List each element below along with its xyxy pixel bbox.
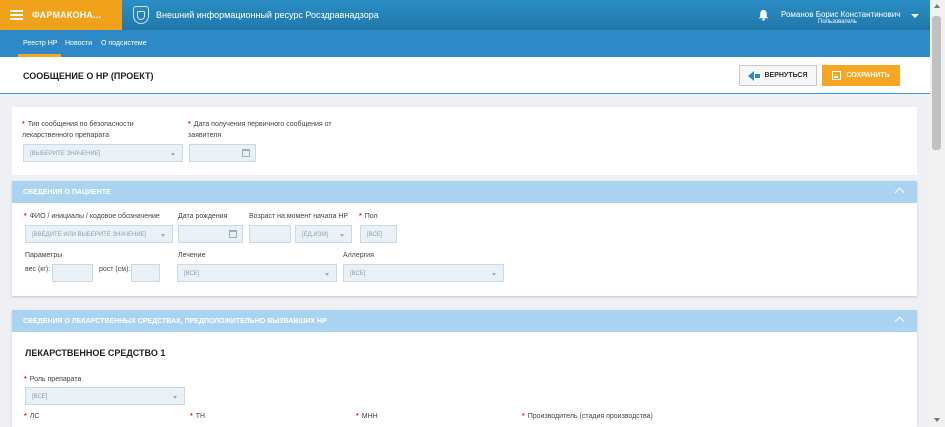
params-label: Параметры (25, 252, 63, 259)
allergy-label: Аллергия (343, 252, 374, 259)
drugs-card: СВЕДЕНИЯ О ЛЕКАРСТВЕННЫХ СРЕДСТВАХ, ПРЕД… (12, 310, 917, 427)
chevron-up-icon[interactable] (894, 187, 905, 198)
back-button[interactable]: ВЕРНУТЬСЯ (739, 65, 817, 86)
tn-label: * ТН (190, 413, 206, 420)
scrollbar-thumb[interactable] (932, 16, 941, 150)
date-received-field[interactable] (189, 144, 256, 162)
fio-field[interactable]: [ВВЕДИТЕ ИЛИ ВЫБЕРИТЕ ЗНАЧЕНИЕ] (25, 225, 173, 243)
weight-label: вес (кг): (25, 266, 51, 273)
menu-icon[interactable] (10, 8, 23, 22)
birth-label: Дата рождения (178, 213, 228, 220)
nav-item-about[interactable]: О подсистеме (101, 40, 147, 47)
brand-block[interactable]: ФАРМАКОНА... (0, 0, 122, 30)
patient-section-header[interactable]: СВЕДЕНИЯ О ПАЦИЕНТЕ (12, 181, 917, 203)
bell-icon[interactable] (758, 9, 769, 21)
nav-item-registry[interactable]: Реестр НР (23, 40, 57, 47)
height-label: рост (см): (99, 266, 131, 273)
treatment-select[interactable]: [ВСЕ] (177, 264, 337, 282)
age-label: Возраст на момент начала НР (249, 213, 349, 220)
emblem-icon (133, 6, 149, 24)
nav-item-news[interactable]: Новости (65, 40, 92, 47)
patient-card: СВЕДЕНИЯ О ПАЦИЕНТЕ * ФИО / инициалы / ко… (12, 181, 917, 296)
chevron-down-icon (161, 234, 165, 237)
save-icon (832, 71, 842, 80)
date-received-label: * Дата получения первичного сообщения от … (188, 121, 332, 139)
chevron-down-icon (171, 153, 175, 156)
birth-date-field[interactable] (178, 225, 243, 243)
scroll-up-icon[interactable] (934, 4, 940, 8)
treatment-label: Лечение (178, 252, 206, 259)
user-name[interactable]: Романов Борис Константинович (781, 10, 900, 19)
role-select[interactable]: [ВСЕ] (25, 387, 185, 405)
fio-label: * ФИО / инициалы / кодовое обозначение (24, 213, 160, 220)
brand-name: ФАРМАКОНА... (32, 10, 102, 20)
drugs-section-title: СВЕДЕНИЯ О ЛЕКАРСТВЕННЫХ СРЕДСТВАХ, ПРЕД… (23, 318, 327, 325)
calendar-icon[interactable] (229, 230, 237, 238)
arrow-left-icon (748, 70, 755, 81)
user-role: Пользователь (818, 19, 857, 25)
manufacturer-label: * Производитель (стадия производства) (522, 413, 653, 420)
save-button[interactable]: СОХРАНИТЬ (822, 65, 900, 86)
scroll-down-icon[interactable] (934, 418, 940, 422)
page-title: СООБЩЕНИЕ О НР (ПРОЕКТ) (23, 71, 154, 81)
general-card: * Тип сообщения по безопасности лекарстве… (12, 107, 917, 175)
allergy-select[interactable]: [ВСЕ] (343, 264, 504, 282)
drugs-section-header[interactable]: СВЕДЕНИЯ О ЛЕКАРСТВЕННЫХ СРЕДСТВАХ, ПРЕД… (12, 310, 917, 332)
message-type-select[interactable]: [ВЫБЕРИТЕ ЗНАЧЕНИЕ] (23, 144, 183, 162)
chevron-down-icon (492, 273, 496, 276)
weight-field[interactable] (52, 264, 93, 282)
chevron-down-icon (325, 273, 329, 276)
age-field[interactable] (249, 225, 291, 243)
chevron-up-icon[interactable] (894, 316, 905, 327)
ls-label: * ЛС (24, 413, 40, 420)
app-header: ФАРМАКОНА... Внешний информационный ресу… (0, 0, 930, 30)
message-type-label: * Тип сообщения по безопасности лекарстве… (22, 121, 134, 139)
sex-select[interactable]: [ВСЕ] (360, 225, 397, 243)
drug-title: ЛЕКАРСТВЕННОЕ СРЕДСТВО 1 (25, 348, 166, 358)
chevron-down-icon[interactable] (911, 14, 919, 18)
main-nav: Реестр НР Новости О подсистеме (0, 30, 930, 57)
sex-label: * Пол (359, 213, 378, 220)
resource-title: Внешний информационный ресурс Росздравна… (156, 10, 379, 20)
calendar-icon[interactable] (242, 149, 250, 157)
mnn-label: * МНН (356, 413, 378, 420)
title-bar: СООБЩЕНИЕ О НР (ПРОЕКТ) ВЕРНУТЬСЯ СОХРАН… (0, 57, 930, 94)
height-field[interactable] (131, 264, 160, 282)
role-label: * Роль препарата (24, 376, 82, 383)
save-button-label: СОХРАНИТЬ (846, 72, 890, 79)
patient-section-title: СВЕДЕНИЯ О ПАЦИЕНТЕ (23, 189, 111, 196)
age-unit-select[interactable]: [ЕД.ИЗМ] (295, 225, 352, 243)
chevron-down-icon (340, 234, 344, 237)
back-button-label: ВЕРНУТЬСЯ (764, 72, 808, 79)
chevron-down-icon (173, 396, 177, 399)
